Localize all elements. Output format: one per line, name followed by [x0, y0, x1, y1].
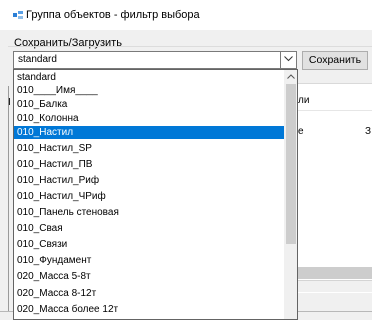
preset-combobox[interactable]: standard — [13, 51, 297, 69]
table-horizontal-scrollbar[interactable] — [297, 267, 372, 279]
save-load-group-label: Сохранить/Загрузить — [14, 37, 122, 49]
table-cell-fragment: З — [365, 126, 372, 137]
list-item-selected[interactable]: 010_Настил — [14, 126, 284, 139]
table-header-fragment: ли — [298, 95, 310, 106]
list-item[interactable]: 020_Масса 8-12т — [14, 287, 284, 300]
list-item[interactable]: 010____Имя____ — [14, 84, 284, 97]
combobox-value: standard — [18, 54, 57, 65]
filter-app-icon — [13, 11, 23, 19]
table-cell-fragment: e — [298, 126, 304, 137]
list-item[interactable]: 020_Масса более 12т — [14, 303, 284, 316]
list-item[interactable]: 020_Масса 5-8т — [14, 270, 284, 283]
save-button[interactable]: Сохранить — [302, 51, 368, 70]
title-bar[interactable]: Группа объектов - фильтр выбора — [0, 0, 372, 30]
list-item[interactable]: 010_Свая — [14, 222, 284, 235]
scroll-up-button[interactable] — [284, 70, 297, 83]
list-item[interactable]: 010_Колонна — [14, 112, 284, 125]
objects-table-panel — [297, 83, 372, 293]
combobox-dropdown-button[interactable] — [280, 52, 296, 68]
dropdown-vertical-scrollbar[interactable] — [284, 70, 297, 319]
list-item[interactable]: 010_Связи — [14, 238, 284, 251]
list-item[interactable]: 010_Настил_ЧРиф — [14, 190, 284, 203]
table-bottom-area — [297, 280, 372, 292]
list-item[interactable]: standard — [14, 71, 284, 84]
list-item[interactable]: 010_Фундамент — [14, 254, 284, 267]
background-label-fragment: I — [8, 97, 11, 108]
groupbox-left-border — [8, 86, 9, 311]
list-item[interactable]: 010_Настил_SP — [14, 142, 284, 155]
window-title: Группа объектов - фильтр выбора — [26, 9, 200, 21]
list-item[interactable]: 010_Настил_ПВ — [14, 158, 284, 171]
preset-dropdown-list[interactable]: standard 010____Имя____ 010_Балка 010_Ко… — [13, 69, 298, 320]
groupbox-border — [8, 46, 372, 47]
list-item[interactable]: 010_Балка — [14, 98, 284, 111]
scrollbar-thumb[interactable] — [286, 84, 296, 244]
list-item[interactable]: 010_Панель стеновая — [14, 206, 284, 219]
table-header-divider — [297, 110, 372, 111]
list-item[interactable]: 010_Настил_Риф — [14, 174, 284, 187]
